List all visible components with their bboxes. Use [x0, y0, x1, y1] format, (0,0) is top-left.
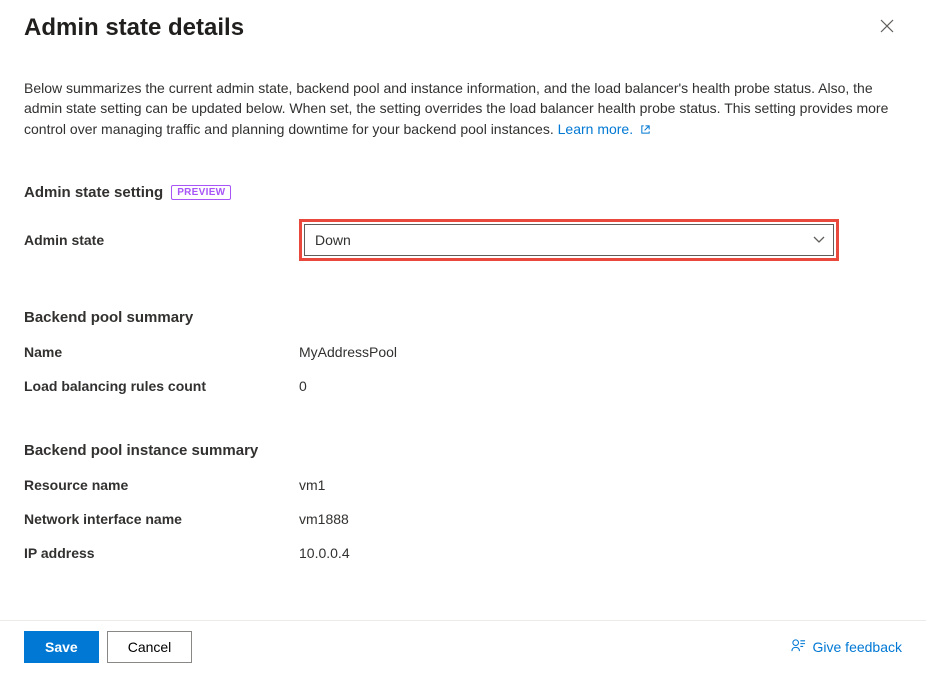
preview-badge: PREVIEW — [171, 185, 231, 200]
nic-name-value: vm1888 — [299, 511, 349, 527]
save-button[interactable]: Save — [24, 631, 99, 663]
admin-state-label: Admin state — [24, 232, 299, 248]
close-icon[interactable] — [872, 14, 902, 40]
rules-count-value: 0 — [299, 378, 307, 394]
feedback-text: Give feedback — [813, 639, 903, 655]
nic-name-label: Network interface name — [24, 511, 299, 527]
admin-state-value: Down — [315, 232, 351, 248]
footer-actions: Save Cancel — [24, 631, 192, 663]
panel-footer: Save Cancel Give feedback — [0, 620, 926, 673]
admin-state-dropdown[interactable]: Down — [304, 224, 834, 256]
feedback-icon — [791, 638, 806, 656]
resource-name-label: Resource name — [24, 477, 299, 493]
admin-state-row: Admin state Down — [24, 219, 902, 261]
chevron-down-icon — [813, 233, 825, 247]
ip-row: IP address 10.0.0.4 — [24, 545, 902, 561]
panel-description: Below summarizes the current admin state… — [24, 78, 902, 140]
instance-heading: Backend pool instance summary — [24, 442, 902, 459]
admin-state-details-panel: Admin state details Below summarizes the… — [0, 0, 926, 620]
resource-name-value: vm1 — [299, 477, 325, 493]
rules-count-row: Load balancing rules count 0 — [24, 378, 902, 394]
cancel-button[interactable]: Cancel — [107, 631, 193, 663]
resource-name-row: Resource name vm1 — [24, 477, 902, 493]
give-feedback-link[interactable]: Give feedback — [791, 638, 903, 656]
ip-value: 10.0.0.4 — [299, 545, 350, 561]
external-link-icon — [640, 120, 651, 140]
ip-label: IP address — [24, 545, 299, 561]
rules-count-label: Load balancing rules count — [24, 378, 299, 394]
learn-more-text: Learn more. — [558, 121, 633, 137]
admin-state-heading: Admin state setting PREVIEW — [24, 184, 902, 201]
pool-name-row: Name MyAddressPool — [24, 344, 902, 360]
backend-pool-heading: Backend pool summary — [24, 309, 902, 326]
nic-name-row: Network interface name vm1888 — [24, 511, 902, 527]
panel-header: Admin state details — [24, 14, 902, 42]
pool-name-label: Name — [24, 344, 299, 360]
description-text: Below summarizes the current admin state… — [24, 80, 888, 137]
pool-name-value: MyAddressPool — [299, 344, 397, 360]
panel-title: Admin state details — [24, 14, 244, 42]
admin-state-heading-text: Admin state setting — [24, 184, 163, 201]
admin-state-highlight: Down — [299, 219, 839, 261]
learn-more-link[interactable]: Learn more. — [558, 121, 651, 137]
